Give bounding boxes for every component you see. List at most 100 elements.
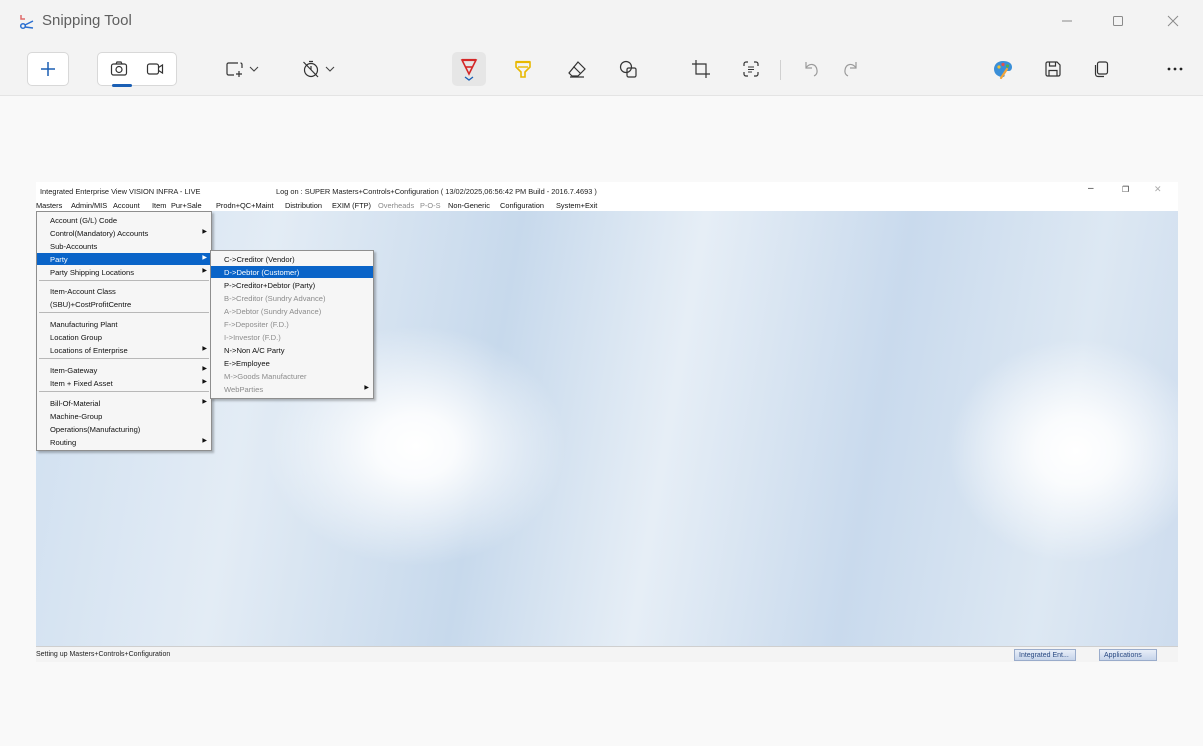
menu-separator	[39, 391, 209, 392]
menu-item-creditor-debtor[interactable]: P->Creditor+Debtor (Party)	[211, 279, 373, 291]
menu-item-label: Item-Account Class	[50, 286, 116, 296]
menu-item-label: Item + Fixed Asset	[50, 378, 113, 388]
menu-non-generic[interactable]: Non-Generic	[448, 201, 490, 210]
erp-restore-icon[interactable]: ❐	[1122, 185, 1129, 194]
menu-item-employee[interactable]: E->Employee	[211, 357, 373, 369]
toolbar	[0, 44, 1203, 96]
erp-close-icon[interactable]: ✕	[1154, 184, 1162, 195]
menu-item-manufacturing-plant[interactable]: Manufacturing Plant	[37, 318, 211, 330]
menu-item-bill-of-material[interactable]: Bill-Of-Material ▶	[37, 397, 211, 409]
shapes-icon	[619, 60, 637, 78]
menu-item-webparties[interactable]: WebParties ▶	[211, 383, 373, 395]
red-pen-icon	[460, 58, 478, 81]
menu-item-party-shipping[interactable]: Party Shipping Locations ▶	[37, 266, 211, 278]
menu-item-depositer[interactable]: F->Depositer (F.D.)	[211, 318, 373, 330]
menu-item[interactable]: Item	[152, 201, 166, 210]
app-title: Snipping Tool	[42, 12, 132, 29]
menu-exim-ftp[interactable]: EXIM (FTP)	[332, 201, 371, 210]
eraser-button[interactable]	[560, 52, 594, 86]
menu-item-item-gateway[interactable]: Item-Gateway ▶	[37, 364, 211, 376]
menu-system-exit[interactable]: System+Exit	[556, 201, 597, 210]
menu-item-label: E->Employee	[224, 358, 270, 368]
highlighter-button[interactable]	[506, 52, 540, 86]
erp-app-title: Integrated Enterprise View VISION INFRA …	[40, 187, 201, 196]
menu-prodn-qc-maint[interactable]: Prodn+QC+Maint	[216, 201, 274, 210]
menu-item-label: M->Goods Manufacturer	[224, 371, 307, 381]
menu-item-machine-group[interactable]: Machine-Group	[37, 410, 211, 422]
menu-item-label: Locations of Enterprise	[50, 345, 128, 355]
menu-item-location-group[interactable]: Location Group	[37, 331, 211, 343]
menu-account[interactable]: Account	[113, 201, 140, 210]
erp-minimize-icon[interactable]: –	[1088, 183, 1094, 194]
submenu-arrow-icon: ▶	[202, 268, 207, 274]
menu-item-account-gl-code[interactable]: Account (G/L) Code	[37, 214, 211, 226]
crop-button[interactable]	[684, 52, 718, 86]
menu-item-non-ac-party[interactable]: N->Non A/C Party	[211, 344, 373, 356]
menu-admin-mis[interactable]: Admin/MIS	[71, 201, 107, 210]
text-actions-icon	[743, 61, 759, 77]
delay-timer-dropdown[interactable]	[294, 52, 342, 86]
party-submenu: C->Creditor (Vendor) D->Debtor (Customer…	[210, 250, 374, 399]
erp-logon-info: Log on : SUPER Masters+Controls+Configur…	[276, 187, 597, 196]
menu-item-creditor-vendor[interactable]: C->Creditor (Vendor)	[211, 253, 373, 265]
taskbar-label: Applications	[1104, 651, 1142, 659]
ballpoint-pen-button[interactable]	[452, 52, 486, 86]
menu-item-label: Control(Mandatory) Accounts	[50, 228, 149, 238]
menu-item-routing[interactable]: Routing ▶	[37, 436, 211, 448]
menu-item-sbu-cost-centre[interactable]: (SBU)+CostProfitCentre	[37, 298, 211, 310]
menu-item-sub-accounts[interactable]: Sub-Accounts	[37, 240, 211, 252]
taskbar-applications[interactable]: Applications	[1099, 649, 1157, 661]
minimize-button[interactable]	[1044, 6, 1090, 36]
camera-icon	[110, 61, 128, 76]
menu-item-creditor-sundry[interactable]: B->Creditor (Sundry Advance)	[211, 292, 373, 304]
ellipsis-icon	[1167, 67, 1183, 71]
menu-item-party[interactable]: Party ▶	[37, 253, 211, 265]
submenu-arrow-icon: ▶	[202, 255, 207, 261]
submenu-arrow-icon: ▶	[202, 438, 207, 444]
video-mode-button[interactable]	[140, 52, 170, 86]
submenu-arrow-icon: ▶	[202, 399, 207, 405]
menu-item-operations[interactable]: Operations(Manufacturing)	[37, 423, 211, 435]
copy-button[interactable]	[1084, 52, 1118, 86]
menu-overheads[interactable]: Overheads	[378, 201, 414, 210]
menu-item-label: Operations(Manufacturing)	[50, 424, 141, 434]
menu-item-debtor-customer[interactable]: D->Debtor (Customer)	[211, 266, 373, 278]
snip-shape-dropdown[interactable]	[218, 52, 266, 86]
maximize-button[interactable]	[1095, 6, 1141, 36]
undo-button[interactable]	[794, 52, 828, 86]
menu-configuration[interactable]: Configuration	[500, 201, 544, 210]
menu-separator	[39, 312, 209, 313]
more-options-button[interactable]	[1158, 52, 1192, 86]
screenshot-mode-button[interactable]	[104, 52, 134, 86]
menu-item-label: B->Creditor (Sundry Advance)	[224, 293, 326, 303]
snipping-tool-logo-icon	[19, 15, 34, 30]
eraser-icon	[568, 61, 586, 78]
toolbar-separator	[780, 60, 781, 80]
menu-item-debtor-sundry[interactable]: A->Debtor (Sundry Advance)	[211, 305, 373, 317]
text-actions-button[interactable]	[734, 52, 768, 86]
redo-icon	[844, 62, 857, 77]
shapes-button[interactable]	[612, 52, 646, 86]
menu-masters[interactable]: Masters	[36, 201, 62, 210]
submenu-arrow-icon: ▶	[202, 346, 207, 352]
menu-item-investor[interactable]: I->Investor (F.D.)	[211, 331, 373, 343]
close-button[interactable]	[1150, 6, 1196, 36]
redo-button[interactable]	[834, 52, 868, 86]
taskbar-integrated-ent[interactable]: Integrated Ent...	[1014, 649, 1076, 661]
menu-item-item-fixed-asset[interactable]: Item + Fixed Asset ▶	[37, 377, 211, 389]
maximize-icon	[1113, 16, 1123, 26]
erp-title-bar: Integrated Enterprise View VISION INFRA …	[36, 182, 1178, 199]
menu-pos[interactable]: P-O-S	[420, 201, 441, 210]
menu-pur-sale[interactable]: Pur+Sale	[171, 201, 202, 210]
close-icon	[1167, 15, 1179, 27]
menu-distribution[interactable]: Distribution	[285, 201, 322, 210]
new-snip-button[interactable]	[27, 52, 69, 86]
menu-item-control-accounts[interactable]: Control(Mandatory) Accounts ▶	[37, 227, 211, 239]
menu-separator	[39, 358, 209, 359]
menu-item-item-account-class[interactable]: Item-Account Class	[37, 285, 211, 297]
save-button[interactable]	[1036, 52, 1070, 86]
menu-item-locations-enterprise[interactable]: Locations of Enterprise ▶	[37, 344, 211, 356]
undo-icon	[805, 62, 818, 77]
menu-item-goods-manufacturer[interactable]: M->Goods Manufacturer	[211, 370, 373, 382]
edit-in-paint-button[interactable]	[986, 52, 1020, 86]
